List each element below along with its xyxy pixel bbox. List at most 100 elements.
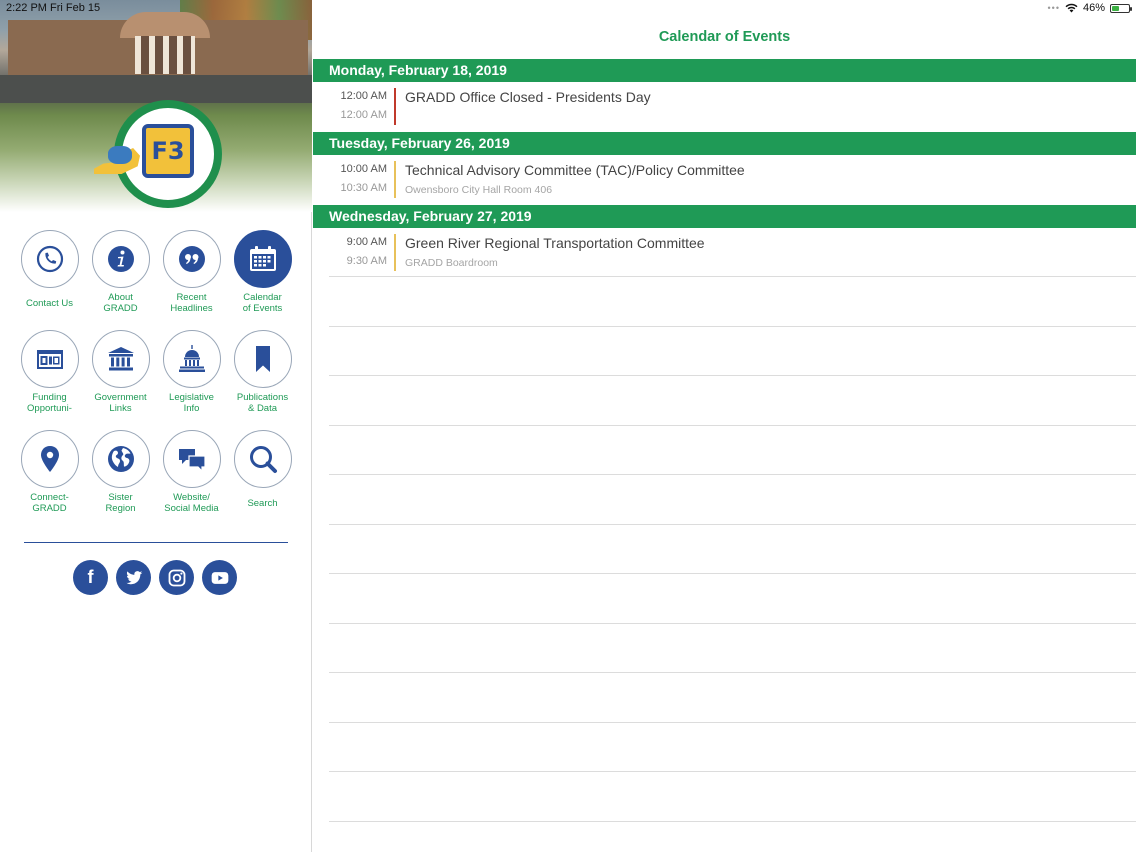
day-header: Tuesday, February 26, 2019 (313, 132, 1136, 155)
youtube-button[interactable] (202, 560, 237, 595)
event-end-time: 10:30 AM (340, 182, 387, 194)
header-photo: F3 (0, 0, 312, 212)
event-row[interactable]: 9:00 AM 9:30 AM Green River Regional Tra… (313, 228, 1136, 278)
event-times: 9:00 AM 9:30 AM (313, 236, 387, 267)
empty-row-separator (329, 573, 1136, 574)
empty-row-separator (329, 276, 1136, 277)
event-location: GRADD Boardroom (405, 257, 498, 269)
tile-label: Sister Region (105, 492, 136, 514)
government-icon (107, 347, 134, 371)
page-title: Calendar of Events (658, 29, 791, 45)
chat-icon (178, 449, 206, 473)
battery-icon (1110, 3, 1132, 13)
menu-tile-government-links[interactable]: Government Links (85, 330, 156, 414)
social-links: f (73, 560, 237, 595)
tile-circle[interactable] (20, 330, 79, 388)
empty-row-separator (329, 375, 1136, 376)
empty-row-separator (329, 672, 1136, 673)
tile-circle[interactable] (91, 430, 150, 488)
menu-tile-sister-region[interactable]: Sister Region (85, 430, 156, 514)
menu-tile-legislative-info[interactable]: Legislative Info (156, 330, 227, 414)
event-title: Technical Advisory Committee (TAC)/Polic… (405, 162, 745, 178)
empty-row-separator (329, 821, 1136, 822)
menu-tile-contact-us[interactable]: Contact Us (14, 230, 85, 314)
event-color-bar (394, 161, 396, 198)
event-start-time: 10:00 AM (340, 163, 387, 175)
tile-circle[interactable] (20, 430, 79, 488)
facebook-button[interactable]: f (73, 560, 108, 595)
instagram-button[interactable] (159, 560, 194, 595)
menu-tile-calendar-of-events[interactable]: Calendar of Events (227, 230, 298, 314)
event-start-time: 9:00 AM (346, 236, 387, 248)
empty-row-separator (329, 524, 1136, 525)
event-times: 10:00 AM 10:30 AM (313, 163, 387, 194)
menu-tile-website-social-media[interactable]: Website/ Social Media (156, 430, 227, 514)
empty-row-separator (329, 425, 1136, 426)
event-end-time: 12:00 AM (340, 109, 387, 121)
tile-circle[interactable] (233, 330, 292, 388)
funding-icon (36, 350, 63, 369)
event-end-time: 9:30 AM (346, 255, 387, 267)
event-title: Green River Regional Transportation Comm… (405, 235, 705, 251)
tile-label: Funding Opportuni- (27, 392, 72, 414)
event-location: Owensboro City Hall Room 406 (405, 184, 553, 196)
parking-lot (0, 75, 312, 103)
tile-circle[interactable] (91, 330, 150, 388)
tile-circle[interactable] (162, 430, 221, 488)
logo-emblem: F3 (142, 124, 194, 178)
facebook-icon: f (87, 567, 94, 587)
tile-label: Connect- GRADD (30, 492, 69, 514)
menu-tile-search[interactable]: Search (227, 430, 298, 514)
menu-tile-connect-gradd[interactable]: Connect- GRADD (14, 430, 85, 514)
calendar-panel: Calendar of Events Monday, February 18, … (313, 0, 1136, 852)
location-pin-icon (40, 446, 59, 472)
building-columns (135, 36, 195, 74)
tile-label: Publications & Data (236, 392, 289, 414)
building-roof (120, 12, 210, 38)
event-row[interactable]: 12:00 AM 12:00 AM GRADD Office Closed - … (313, 82, 1136, 132)
empty-row-separator (329, 326, 1136, 327)
gradd-logo: F3 (94, 100, 222, 208)
tile-circle[interactable] (20, 230, 79, 288)
empty-row-separator (329, 771, 1136, 772)
info-icon (107, 246, 134, 272)
empty-row-separator (329, 623, 1136, 624)
menu-tile-publications-data[interactable]: Publications & Data (227, 330, 298, 414)
tile-label: Search (247, 497, 278, 509)
empty-row-separator (329, 722, 1136, 723)
status-date: Fri Feb 15 (50, 2, 101, 14)
calendar-icon (249, 246, 276, 271)
youtube-icon (211, 571, 228, 584)
tile-circle[interactable] (162, 330, 221, 388)
menu-tile-about-gradd[interactable]: About GRADD (85, 230, 156, 314)
event-color-bar (394, 88, 396, 125)
empty-row-separator (329, 474, 1136, 475)
status-time: 2:22 PM (6, 2, 47, 14)
menu-tile-recent-headlines[interactable]: Recent Headlines (156, 230, 227, 314)
event-start-time: 12:00 AM (340, 90, 387, 102)
tile-label: About GRADD (103, 292, 138, 314)
tile-circle[interactable] (233, 230, 292, 288)
bookmark-icon (255, 346, 270, 372)
event-row[interactable]: 10:00 AM 10:30 AM Technical Advisory Com… (313, 155, 1136, 205)
day-header: Wednesday, February 27, 2019 (313, 205, 1136, 228)
menu-tile-funding-opportunities[interactable]: Funding Opportuni- (14, 330, 85, 414)
status-bar-left: 2:22 PM Fri Feb 15 (6, 2, 100, 14)
status-bar-right: ••• 46% (1048, 2, 1132, 14)
tile-circle[interactable] (162, 230, 221, 288)
tile-circle[interactable] (91, 230, 150, 288)
phone-icon (36, 245, 63, 273)
quote-icon (178, 246, 205, 272)
sidebar: F3 Contact Us About GRADD Recent Headlin… (0, 0, 312, 852)
twitter-button[interactable] (116, 560, 151, 595)
wifi-icon (1065, 3, 1078, 13)
tile-label: Recent Headlines (170, 292, 213, 314)
day-header: Monday, February 18, 2019 (313, 59, 1136, 82)
battery-level (1112, 5, 1120, 11)
twitter-icon (126, 570, 142, 584)
search-icon (249, 446, 277, 473)
menu-grid: Contact Us About GRADD Recent Headlines … (14, 230, 298, 514)
tile-circle[interactable] (233, 430, 292, 488)
tile-label: Contact Us (26, 297, 73, 309)
tile-label: Legislative Info (169, 392, 214, 414)
